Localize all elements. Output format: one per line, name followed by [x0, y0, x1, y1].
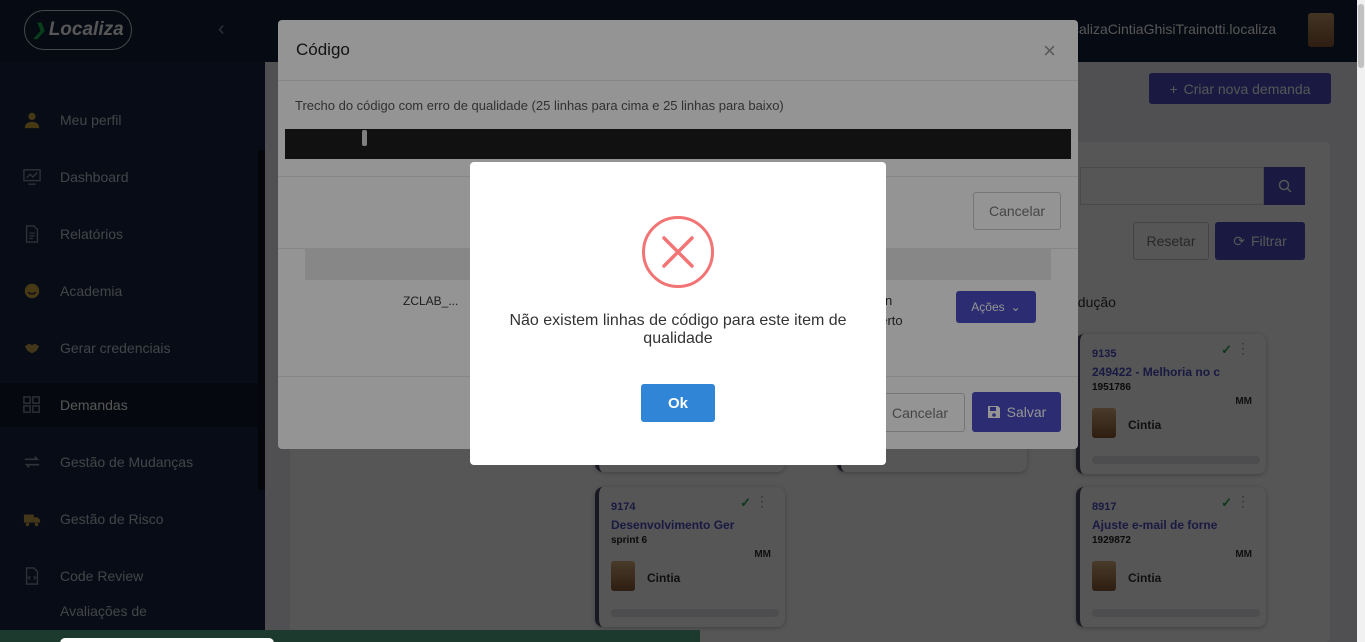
error-alert-dialog: Não existem linhas de código para este i…	[470, 162, 886, 465]
scrollbar-thumb[interactable]	[1358, 4, 1364, 68]
error-x-icon	[642, 216, 714, 288]
os-taskbar	[0, 630, 700, 642]
alert-message: Não existem linhas de código para este i…	[509, 312, 847, 347]
page-scrollbar[interactable]	[1357, 0, 1365, 642]
taskbar-search[interactable]	[60, 638, 274, 642]
ok-button[interactable]: Ok	[641, 384, 715, 422]
